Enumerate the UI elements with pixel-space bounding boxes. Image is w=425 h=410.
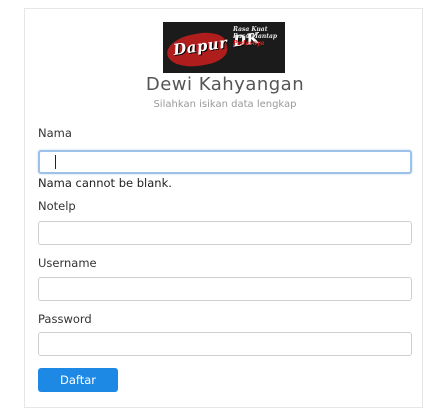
daftar-button[interactable]: Daftar	[38, 368, 118, 392]
nama-error-message: Nama cannot be blank.	[38, 176, 172, 190]
notelp-label: Notelp	[38, 199, 76, 213]
logo-tagline: Rasa Kuat Rasa Mantap Pedasnya	[233, 26, 281, 47]
password-label: Password	[38, 312, 92, 326]
logo-tagline-line2: Rasa Mantap	[233, 33, 278, 40]
password-input[interactable]	[38, 332, 412, 356]
username-input[interactable]	[38, 277, 412, 301]
logo-tagline-line1: Rasa Kuat	[233, 26, 268, 33]
page-title: Dewi Kahyangan	[145, 74, 305, 95]
text-cursor	[55, 155, 56, 169]
page-subtitle: Silahkan isikan data lengkap	[153, 99, 297, 110]
logo-tagline-line3: Pedasnya	[233, 40, 265, 47]
dapur-dk-logo: Dapur DK Rasa Kuat Rasa Mantap Pedasnya	[163, 22, 285, 73]
nama-input[interactable]	[38, 150, 412, 174]
nama-label: Nama	[38, 126, 72, 140]
notelp-input[interactable]	[38, 221, 412, 245]
username-label: Username	[38, 256, 97, 270]
